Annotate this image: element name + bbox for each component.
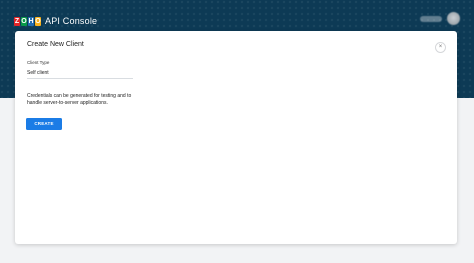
app-title: API Console bbox=[45, 16, 98, 26]
close-icon[interactable]: × bbox=[435, 42, 446, 53]
logo-letter-z: Z bbox=[14, 16, 20, 26]
logo-letter-h: H bbox=[28, 16, 34, 26]
modal-title: Create New Client bbox=[27, 41, 84, 48]
client-type-select[interactable]: Self client bbox=[27, 69, 133, 79]
brand[interactable]: Z O H O API Console bbox=[14, 14, 97, 28]
logo-letter-o: O bbox=[21, 16, 27, 26]
create-client-modal: Create New Client × Client Type Self cli… bbox=[15, 31, 457, 244]
logo-letter-o2: O bbox=[35, 16, 41, 26]
avatar[interactable] bbox=[447, 12, 460, 25]
zoho-logo: Z O H O bbox=[14, 16, 41, 26]
client-type-label: Client Type bbox=[27, 60, 50, 65]
user-name bbox=[420, 15, 442, 22]
create-button[interactable]: CREATE bbox=[26, 118, 62, 130]
description-text: Credentials can be generated for testing… bbox=[27, 93, 132, 106]
user-menu[interactable] bbox=[420, 12, 460, 25]
